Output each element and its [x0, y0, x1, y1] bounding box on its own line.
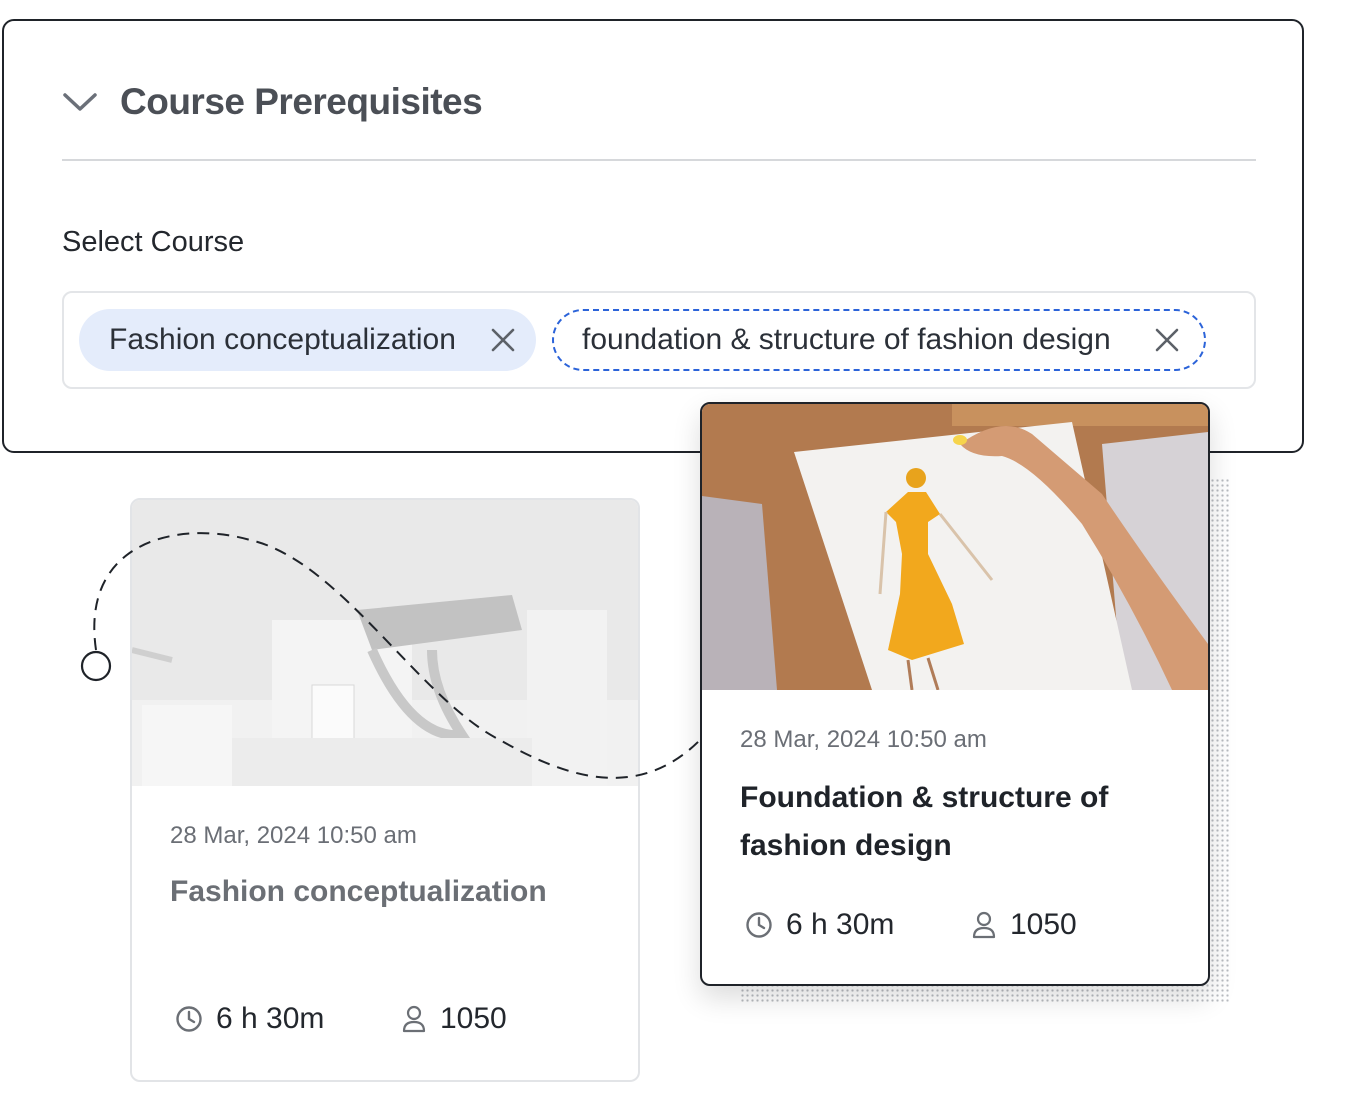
- user-icon: [972, 911, 996, 939]
- course-date: 28 Mar, 2024 10:50 am: [740, 726, 987, 753]
- course-duration: 6 h 30m: [744, 908, 894, 942]
- panel-header[interactable]: Course Prerequisites: [62, 77, 483, 127]
- course-students: 1050: [400, 1002, 507, 1036]
- chevron-down-icon[interactable]: [62, 90, 98, 114]
- selected-course-chip[interactable]: Fashion conceptualization: [79, 309, 536, 371]
- duration-value: 6 h 30m: [216, 1002, 325, 1035]
- course-image: [132, 500, 638, 786]
- clock-icon: [746, 912, 772, 938]
- course-title[interactable]: Fashion conceptualization: [170, 868, 547, 916]
- focused-course-chip[interactable]: foundation & structure of fashion design: [552, 309, 1206, 371]
- course-date: 28 Mar, 2024 10:50 am: [170, 822, 417, 849]
- course-image: [702, 404, 1208, 690]
- duration-value: 6 h 30m: [786, 908, 895, 941]
- students-value: 1050: [1010, 908, 1077, 941]
- chip-label: foundation & structure of fashion design: [582, 323, 1111, 356]
- course-select-input[interactable]: Fashion conceptualization foundation & s…: [62, 291, 1256, 389]
- close-icon[interactable]: [490, 327, 516, 353]
- clock-icon: [176, 1006, 202, 1032]
- students-value: 1050: [440, 1002, 507, 1035]
- divider: [62, 159, 1256, 161]
- course-card[interactable]: 28 Mar, 2024 10:50 am Foundation & struc…: [700, 402, 1210, 986]
- course-duration: 6 h 30m: [174, 1002, 324, 1036]
- course-title[interactable]: Foundation & structure of fashion design: [740, 774, 1140, 870]
- user-icon: [402, 1005, 426, 1033]
- chip-label: Fashion conceptualization: [109, 323, 456, 356]
- course-students: 1050: [970, 908, 1077, 942]
- course-card[interactable]: 28 Mar, 2024 10:50 am Fashion conceptual…: [130, 498, 640, 1082]
- select-course-label: Select Course: [62, 226, 245, 258]
- connector-node: [80, 650, 112, 682]
- panel-title: Course Prerequisites: [120, 81, 483, 122]
- close-icon[interactable]: [1154, 327, 1180, 353]
- course-prerequisites-panel: Course Prerequisites Select Course Fashi…: [2, 19, 1304, 453]
